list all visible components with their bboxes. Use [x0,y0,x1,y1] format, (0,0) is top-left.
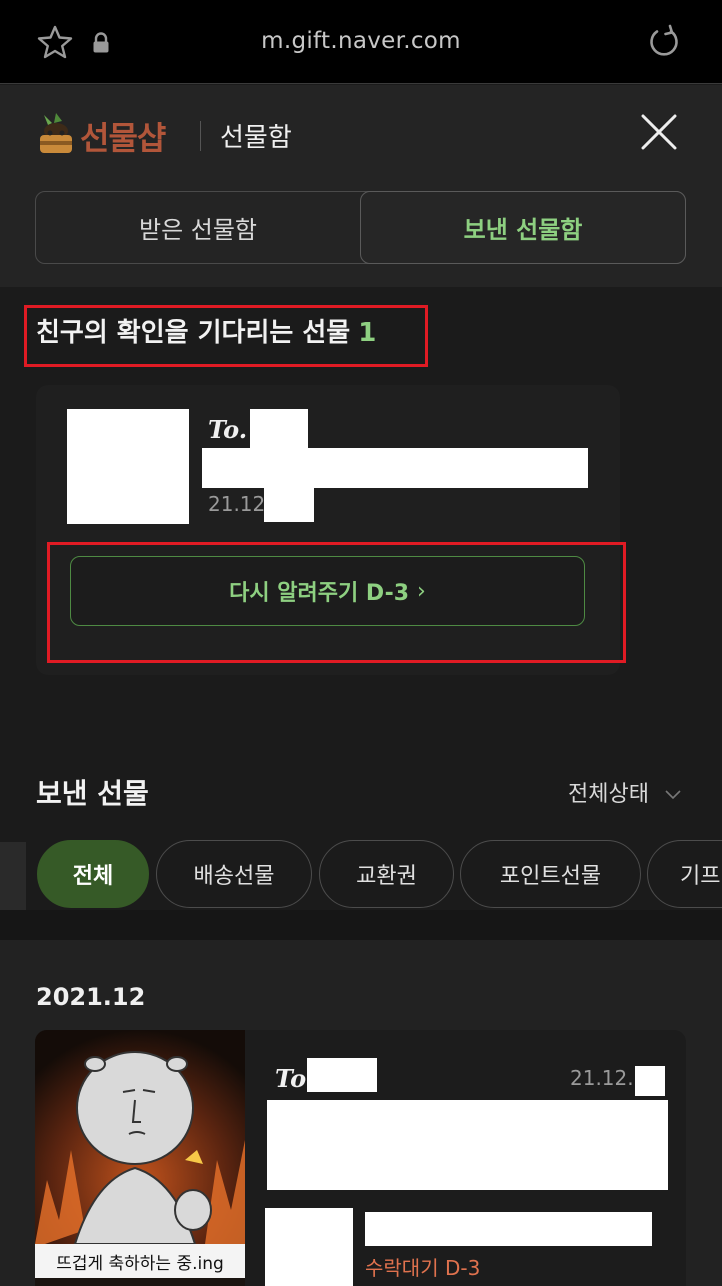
close-icon[interactable] [640,113,678,155]
category-chips: 전체 배송선물 교환권 포인트선물 기프 [0,838,722,910]
chip-gifticon[interactable]: 기프 [647,840,722,908]
reload-icon[interactable] [646,24,682,64]
section-separator [0,910,722,940]
highlight-box-remind [47,542,626,663]
redacted-product-name [267,1100,668,1190]
recipient-label: To. [208,415,248,444]
chip-delivery[interactable]: 배송선물 [156,840,312,908]
gift-thumbnail-redacted [67,409,189,524]
chips-scroll-edge [0,842,26,910]
url-text[interactable]: m.gift.naver.com [0,28,722,54]
chip-voucher[interactable]: 교환권 [319,840,454,908]
chip-points[interactable]: 포인트선물 [460,840,641,908]
redacted-recipient [307,1058,377,1092]
sent-gifts-title: 보낸 선물 [36,777,149,810]
tab-sent-gifts[interactable]: 보낸 선물함 [360,191,686,264]
highlight-box-title [24,305,428,367]
redacted-message [365,1212,652,1246]
gift-image-caption: 뜨겁게 축하하는 중.ing [35,1244,245,1278]
status-filter-label: 전체상태 [568,782,649,807]
redacted-recipient [250,409,308,449]
page-title: 선물함 [220,123,292,153]
brand-name[interactable]: 선물샵 [80,113,166,159]
chip-all[interactable]: 전체 [37,840,149,908]
status-badge: 수락대기 D-3 [365,1256,481,1280]
browser-url-bar: m.gift.naver.com [0,0,722,84]
list-item[interactable]: 뜨겁게 축하하는 중.ing To 21.12. 수락대기 D-3 [35,1030,686,1286]
redacted-product-name [202,448,588,488]
gift-date: 21.12 [208,492,266,516]
tab-received-gifts[interactable]: 받은 선물함 [36,192,360,263]
redacted-date [264,486,314,522]
header-divider [200,121,201,151]
chevron-down-icon [664,782,682,807]
gift-date: 21.12. [570,1066,634,1090]
redacted-product-thumb [265,1208,353,1286]
month-heading: 2021.12 [36,983,146,1011]
gift-box-tabs: 받은 선물함 보낸 선물함 [35,191,686,264]
recipient-label: To [275,1064,307,1093]
status-filter-dropdown[interactable]: 전체상태 [568,776,682,808]
redacted-date [635,1066,665,1096]
gift-box-header: 선물샵 선물함 받은 선물함 보낸 선물함 [0,85,722,287]
gift-shop-logo-icon [34,111,78,161]
